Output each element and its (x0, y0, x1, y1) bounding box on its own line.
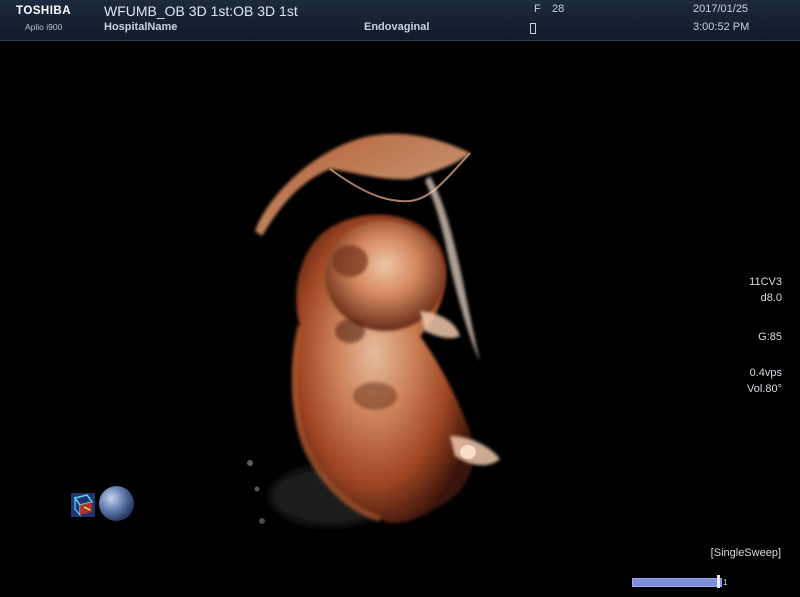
cine-index-label: 1 (723, 578, 728, 587)
orientation-sphere-icon[interactable] (99, 486, 134, 521)
param-gain: G:85 (758, 331, 782, 343)
param-depth: d8.0 (760, 292, 782, 304)
brand-logo: TOSHIBA Aplio i900 (0, 0, 92, 40)
sweep-mode-label: [SingleSweep] (710, 547, 781, 559)
frame-number: 28 (552, 3, 565, 15)
frame-label: F (534, 3, 541, 15)
probe-mode: Endovaginal (364, 21, 430, 33)
exam-title: WFUMB_OB 3D 1st:OB 3D 1st (104, 3, 298, 19)
param-transducer: 11CV3 (749, 276, 782, 288)
cine-position-marker[interactable] (717, 575, 720, 588)
model-name: Aplio i900 (25, 22, 63, 32)
exam-date: 2017/01/25 (693, 3, 749, 15)
cine-progress-bar[interactable] (632, 578, 722, 587)
exam-time: 3:00:52 PM (693, 21, 750, 33)
brand-name: TOSHIBA (16, 5, 72, 17)
freeze-indicator-icon (530, 23, 536, 34)
hospital-name: HospitalName (104, 21, 178, 33)
param-volume-rate: 0.4vps (749, 367, 782, 379)
param-volume-angle: Vol.80° (747, 383, 782, 395)
header-bar: TOSHIBA Aplio i900 WFUMB_OB 3D 1st:OB 3D… (0, 0, 800, 41)
orientation-cube-icon[interactable] (69, 491, 97, 519)
